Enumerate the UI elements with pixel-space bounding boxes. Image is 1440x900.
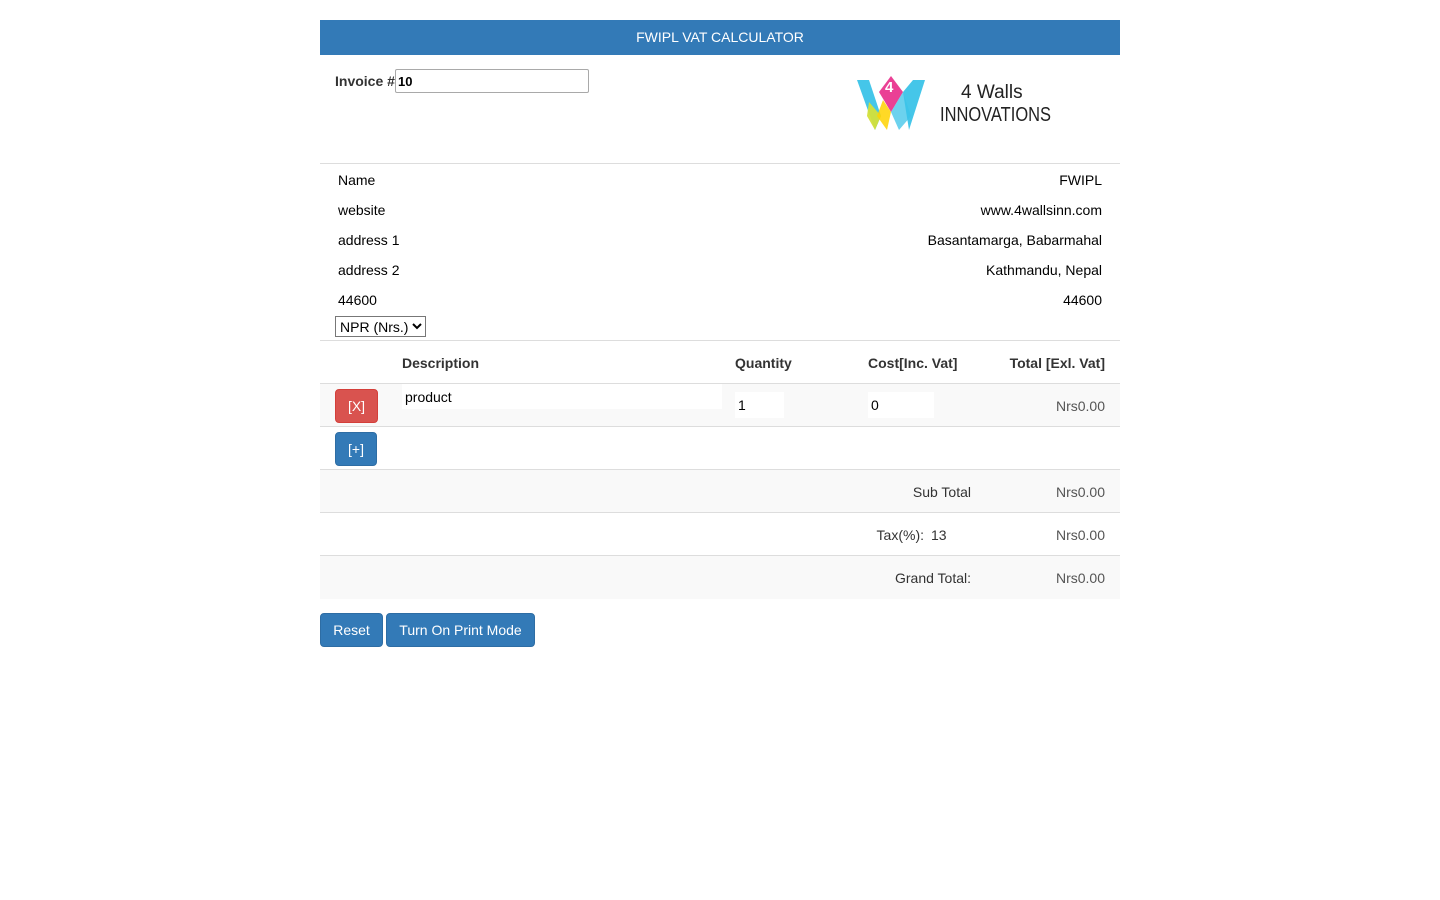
info-row-postal: 44600 44600 (320, 284, 1120, 314)
subtotal-label: Sub Total (912, 484, 971, 500)
tax-row: Tax(%): 13 Nrs0.00 (320, 513, 1120, 556)
info-value[interactable]: Basantamarga, Babarmahal (928, 232, 1102, 248)
item-cost-input[interactable] (868, 392, 934, 418)
column-header-quantity: Quantity (735, 355, 792, 371)
remove-item-button[interactable]: [X] (335, 389, 378, 423)
info-label: website (338, 202, 386, 218)
app-title: FWIPL VAT CALCULATOR (636, 29, 804, 45)
company-logo: 4 4 Walls INNOVATIONS (857, 72, 1057, 136)
calculator-container: FWIPL VAT CALCULATOR Invoice # 4 4 Walls… (320, 20, 1120, 655)
tax-label: Tax(%): (876, 527, 924, 543)
grand-total-value: Nrs0.00 (1055, 570, 1105, 586)
logo-w-mark-icon: 4 4 Walls INNOVATIONS (857, 76, 1051, 130)
subtotal-row: Sub Total Nrs0.00 (320, 470, 1120, 513)
info-value[interactable]: www.4wallsinn.com (981, 202, 1102, 218)
column-header-cost: Cost[Inc. Vat] (868, 355, 958, 371)
invoice-number-input[interactable] (395, 69, 589, 93)
logo-line1: 4 Walls (961, 82, 1023, 103)
item-quantity-input[interactable] (735, 392, 784, 418)
logo-line2: INNOVATIONS (940, 104, 1051, 126)
table-header-row: Description Quantity Cost[Inc. Vat] Tota… (320, 341, 1120, 384)
info-value[interactable]: Kathmandu, Nepal (986, 262, 1102, 278)
invoice-header: Invoice # 4 4 Walls INNOVATIONS (320, 55, 1120, 164)
info-row-address1: address 1 Basantamarga, Babarmahal (320, 224, 1120, 254)
info-label: address 2 (338, 262, 400, 278)
currency-row: NPR (Nrs.) (320, 314, 1120, 341)
info-label: Name (338, 172, 376, 188)
info-value[interactable]: FWIPL (1059, 172, 1102, 188)
action-buttons: Reset Turn On Print Mode (320, 599, 1120, 655)
app-title-bar: FWIPL VAT CALCULATOR (320, 20, 1120, 55)
item-description-input[interactable] (402, 384, 722, 409)
info-label: 44600 (338, 292, 377, 308)
table-row: [X] Nrs0.00 (320, 384, 1120, 427)
info-row-name: Name FWIPL (320, 164, 1120, 194)
print-mode-button[interactable]: Turn On Print Mode (386, 613, 535, 647)
invoice-number-label: Invoice # (335, 73, 395, 89)
tax-value: Nrs0.00 (1055, 527, 1105, 543)
reset-button[interactable]: Reset (320, 613, 383, 647)
company-info: Name FWIPL website www.4wallsinn.com add… (320, 164, 1120, 314)
column-header-description: Description (402, 355, 480, 371)
tax-rate-input[interactable]: 13 (931, 527, 947, 543)
grand-total-row: Grand Total: Nrs0.00 (320, 556, 1120, 599)
add-item-button[interactable]: [+] (335, 432, 377, 466)
currency-select[interactable]: NPR (Nrs.) (335, 316, 426, 337)
subtotal-value: Nrs0.00 (1055, 484, 1105, 500)
item-total: Nrs0.00 (1055, 398, 1105, 414)
add-row: [+] (320, 427, 1120, 470)
logo-badge: 4 (885, 79, 894, 96)
info-label: address 1 (338, 232, 400, 248)
column-header-total: Total [Exl. Vat] (1009, 355, 1105, 371)
info-row-website: website www.4wallsinn.com (320, 194, 1120, 224)
grand-total-label: Grand Total: (894, 570, 971, 586)
info-value[interactable]: 44600 (1063, 292, 1102, 308)
info-row-address2: address 2 Kathmandu, Nepal (320, 254, 1120, 284)
